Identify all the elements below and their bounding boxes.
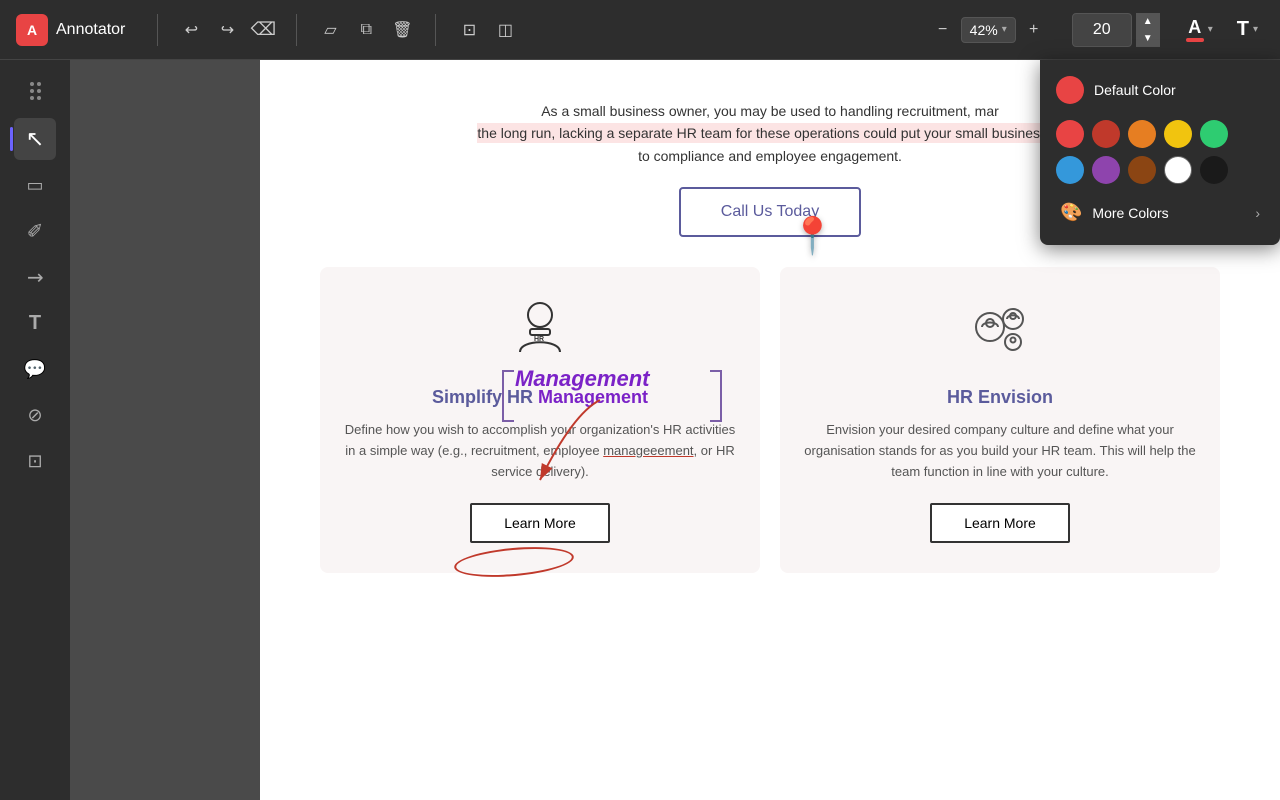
- color-row-1: [1056, 120, 1264, 148]
- frame-button[interactable]: ▱: [313, 13, 347, 47]
- font-size-input[interactable]: [1072, 13, 1132, 47]
- color-row-2: [1056, 156, 1264, 184]
- sidebar-tool-select[interactable]: ↖: [14, 118, 56, 160]
- text-icon: T: [29, 312, 41, 335]
- color-swatch-red1[interactable]: [1056, 120, 1084, 148]
- default-color-label: Default Color: [1094, 82, 1176, 98]
- call-us-today-button[interactable]: Call Us Today: [679, 187, 861, 237]
- selection-button[interactable]: ⊡: [452, 13, 486, 47]
- frame-group: ▱ ⧉ 🗑: [313, 13, 419, 47]
- card-1-icon: HR: [510, 297, 570, 367]
- card-1-title: Simplify HR Management: [432, 387, 648, 408]
- logo-area: A Annotator: [16, 14, 125, 46]
- font-color-button[interactable]: A ▾: [1180, 13, 1219, 46]
- color-picker-popup: Default Color 🎨 More Colors ›: [1040, 60, 1280, 245]
- divider-2: [296, 14, 297, 46]
- dot-5: [30, 96, 34, 100]
- zoom-dropdown-icon: ▾: [1002, 24, 1007, 35]
- more-colors-chevron-icon: ›: [1255, 205, 1260, 221]
- color-swatch-brown[interactable]: [1128, 156, 1156, 184]
- sidebar-tool-arrow[interactable]: ↗: [14, 256, 56, 298]
- sidebar-tool-crop[interactable]: ⊡: [14, 440, 56, 482]
- logo-letter: A: [27, 22, 37, 38]
- zoom-plus-button[interactable]: +: [1020, 16, 1048, 44]
- default-color-circle: [1056, 76, 1084, 104]
- more-colors-label: More Colors: [1092, 205, 1168, 221]
- arrow-icon: ↗: [20, 262, 50, 292]
- text-tool-letter: T: [1237, 18, 1249, 41]
- card-2-icon: [965, 297, 1035, 367]
- sidebar-tool-annotate[interactable]: ✐: [14, 210, 56, 252]
- dot-4: [37, 89, 41, 93]
- shape-icon: ▭: [26, 175, 43, 196]
- dot-6: [37, 96, 41, 100]
- delete-button[interactable]: 🗑: [385, 13, 419, 47]
- color-swatch-purple[interactable]: [1092, 156, 1120, 184]
- misspelled-word: manageeement: [603, 443, 693, 458]
- font-size-arrows: ▲ ▼: [1136, 13, 1160, 47]
- sidebar-tool-text[interactable]: T: [14, 302, 56, 344]
- sidebar-dots: [24, 76, 47, 106]
- highlighted-text: the long run, lacking a separate HR team…: [477, 123, 1062, 143]
- text-tool-dropdown-icon: ▾: [1253, 24, 1258, 35]
- cards-row: HR Simplify HR Management Define how you…: [320, 267, 1220, 572]
- font-color-indicator: [1186, 38, 1204, 42]
- card-hr-envision: HR Envision Envision your desired compan…: [780, 267, 1220, 572]
- zoom-value: 42%: [970, 22, 998, 38]
- more-colors-left: 🎨 More Colors: [1060, 202, 1169, 223]
- history-group: ↩ ↪ ⌫: [174, 13, 280, 47]
- divider-1: [157, 14, 158, 46]
- color-grid: [1056, 120, 1264, 184]
- font-color-dropdown-icon: ▾: [1208, 24, 1213, 35]
- font-size-up[interactable]: ▲: [1136, 13, 1160, 30]
- crop-icon: ⊡: [27, 451, 42, 472]
- default-color-row[interactable]: Default Color: [1056, 76, 1264, 104]
- color-swatch-yellow[interactable]: [1164, 120, 1192, 148]
- color-swatch-red2[interactable]: [1092, 120, 1120, 148]
- sidebar-tool-eraser[interactable]: ⊘: [14, 394, 56, 436]
- app-name: Annotator: [56, 21, 125, 39]
- sidebar-tool-comment[interactable]: 💬: [14, 348, 56, 390]
- font-color-letter: A: [1188, 17, 1201, 38]
- dot-3: [30, 89, 34, 93]
- comment-icon: 💬: [24, 359, 46, 380]
- clear-button[interactable]: ⌫: [246, 13, 280, 47]
- sidebar: ↖ ▭ ✐ ↗ T 💬 ⊘ ⊡: [0, 60, 70, 800]
- card-1-text: Define how you wish to accomplish your o…: [340, 420, 740, 482]
- color-swatch-green[interactable]: [1200, 120, 1228, 148]
- copy-button[interactable]: ⧉: [349, 13, 383, 47]
- divider-3: [435, 14, 436, 46]
- redo-button[interactable]: ↪: [210, 13, 244, 47]
- color-swatch-blue[interactable]: [1056, 156, 1084, 184]
- zoom-display[interactable]: 42% ▾: [961, 17, 1016, 43]
- zoom-minus-button[interactable]: −: [929, 16, 957, 44]
- text-tool-button[interactable]: T ▾: [1231, 14, 1264, 45]
- logo-icon: A: [16, 14, 48, 46]
- palette-icon: 🎨: [1060, 202, 1082, 223]
- color-swatch-white[interactable]: [1164, 156, 1192, 184]
- font-size-control: ▲ ▼: [1072, 13, 1160, 47]
- dot-1: [30, 82, 34, 86]
- more-colors-row[interactable]: 🎨 More Colors ›: [1056, 196, 1264, 229]
- layers-button[interactable]: ◫: [488, 13, 522, 47]
- card-1-learn-more-button[interactable]: Learn More: [470, 503, 610, 543]
- font-size-down[interactable]: ▼: [1136, 30, 1160, 47]
- page-text-block: As a small business owner, you may be us…: [420, 100, 1120, 167]
- dot-2: [37, 82, 41, 86]
- card-simplify-hr: HR Simplify HR Management Define how you…: [320, 267, 760, 572]
- color-swatch-orange[interactable]: [1128, 120, 1156, 148]
- annotate-icon: ✐: [27, 219, 44, 244]
- undo-button[interactable]: ↩: [174, 13, 208, 47]
- card-2-text: Envision your desired company culture an…: [800, 420, 1200, 482]
- card-2-title: HR Envision: [947, 387, 1053, 408]
- zoom-control: − 42% ▾ +: [929, 16, 1048, 44]
- view-group: ⊡ ◫: [452, 13, 522, 47]
- toolbar: A Annotator ↩ ↪ ⌫ ▱ ⧉ 🗑 ⊡ ◫ − 42% ▾ + ▲ …: [0, 0, 1280, 60]
- select-icon: ↖: [26, 126, 44, 152]
- color-swatch-black[interactable]: [1200, 156, 1228, 184]
- eraser-icon: ⊘: [27, 405, 42, 426]
- card-2-learn-more-button[interactable]: Learn More: [930, 503, 1070, 543]
- sidebar-tool-shape[interactable]: ▭: [14, 164, 56, 206]
